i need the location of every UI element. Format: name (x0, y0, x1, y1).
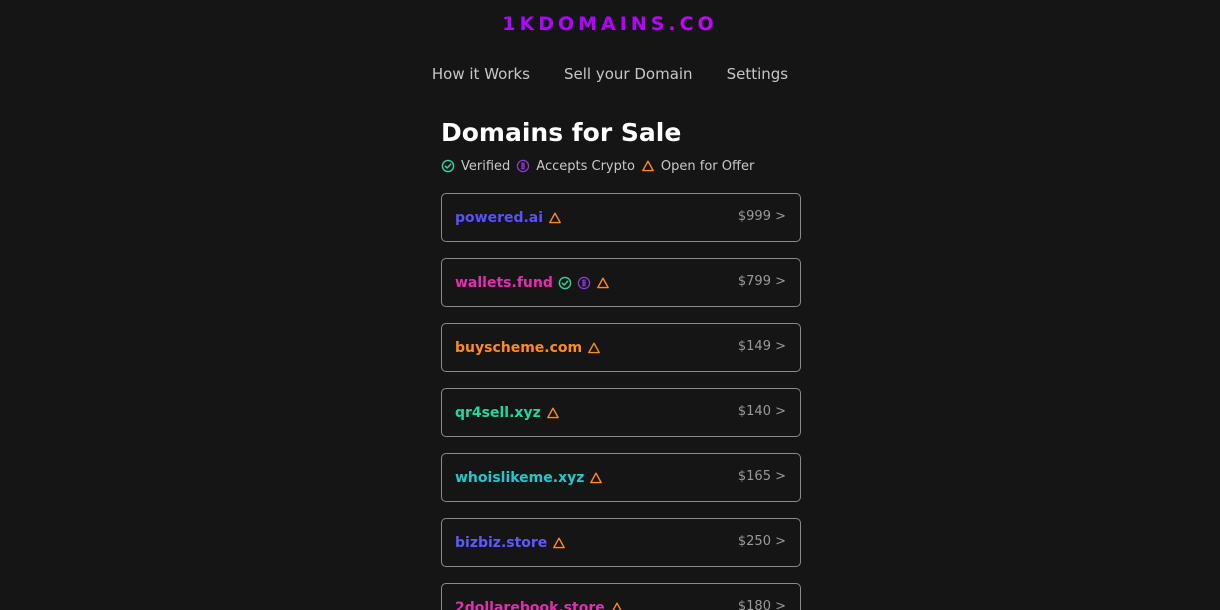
domain-name: 2dollarebook.store (455, 599, 605, 610)
check-circle-icon (558, 276, 572, 290)
domain-price: $180 > (737, 599, 786, 610)
domain-name: powered.ai (455, 209, 544, 226)
warning-triangle-icon (641, 159, 655, 173)
domain-card-qr4sell-xyz[interactable]: qr4sell.xyz $140 > (441, 388, 801, 437)
main-content: Domains for Sale Verified Accepts Crypto… (441, 116, 801, 610)
domain-name: buyscheme.com (455, 339, 583, 356)
domain-info: wallets.fund (455, 274, 610, 292)
warning-triangle-icon (552, 536, 566, 550)
legend-verified: Verified (441, 159, 510, 174)
crypto-coin-icon (577, 276, 591, 290)
domain-card-buyscheme-com[interactable]: buyscheme.com $149 > (441, 323, 801, 372)
domain-info: powered.ai (455, 209, 562, 227)
domain-card-wallets-fund[interactable]: wallets.fund $799 > (441, 258, 801, 307)
nav-sell-your-domain[interactable]: Sell your Domain (564, 64, 693, 84)
domain-name: whoislikeme.xyz (455, 469, 585, 486)
domain-info: bizbiz.store (455, 534, 566, 552)
main-navigation: How it Works Sell your Domain Settings (0, 64, 1220, 84)
nav-how-it-works[interactable]: How it Works (432, 64, 530, 84)
domain-card-whoislikeme-xyz[interactable]: whoislikeme.xyz $165 > (441, 453, 801, 502)
domain-name: wallets.fund (455, 274, 553, 291)
legend-crypto-label: Accepts Crypto (536, 158, 635, 174)
warning-triangle-icon (546, 406, 560, 420)
domain-name: qr4sell.xyz (455, 404, 541, 421)
warning-triangle-icon (587, 341, 601, 355)
nav-settings[interactable]: Settings (727, 64, 789, 84)
domain-price: $999 > (737, 209, 786, 224)
domain-price: $250 > (737, 534, 786, 549)
badge-legend: Verified Accepts Crypto Open for Offer (441, 156, 801, 176)
legend-open-offer: Open for Offer (641, 159, 754, 174)
domain-info: buyscheme.com (455, 339, 601, 357)
brand-logo[interactable]: 1KDOMAINS.CO (0, 12, 1220, 36)
domain-price: $799 > (737, 274, 786, 289)
domain-info: 2dollarebook.store (455, 599, 624, 610)
domain-price: $149 > (737, 339, 786, 354)
domain-card-powered-ai[interactable]: powered.ai $999 > (441, 193, 801, 242)
domain-price: $165 > (737, 469, 786, 484)
check-circle-icon (441, 159, 455, 173)
domain-price: $140 > (737, 404, 786, 419)
domain-list: powered.ai $999 > wallets.fund $799 > bu… (441, 193, 801, 610)
legend-verified-label: Verified (461, 158, 511, 174)
domain-card-2dollarebook-store[interactable]: 2dollarebook.store $180 > (441, 583, 801, 610)
legend-offer-label: Open for Offer (660, 158, 755, 174)
warning-triangle-icon (548, 211, 562, 225)
domain-name: bizbiz.store (455, 534, 548, 551)
domain-card-bizbiz-store[interactable]: bizbiz.store $250 > (441, 518, 801, 567)
warning-triangle-icon (610, 601, 624, 610)
domain-info: qr4sell.xyz (455, 404, 560, 422)
crypto-coin-icon (516, 159, 530, 173)
legend-crypto: Accepts Crypto (516, 159, 635, 174)
warning-triangle-icon (589, 471, 603, 485)
domain-info: whoislikeme.xyz (455, 469, 603, 487)
page: 1KDOMAINS.CO How it Works Sell your Doma… (0, 0, 1220, 610)
page-title: Domains for Sale (441, 118, 682, 147)
warning-triangle-icon (596, 276, 610, 290)
